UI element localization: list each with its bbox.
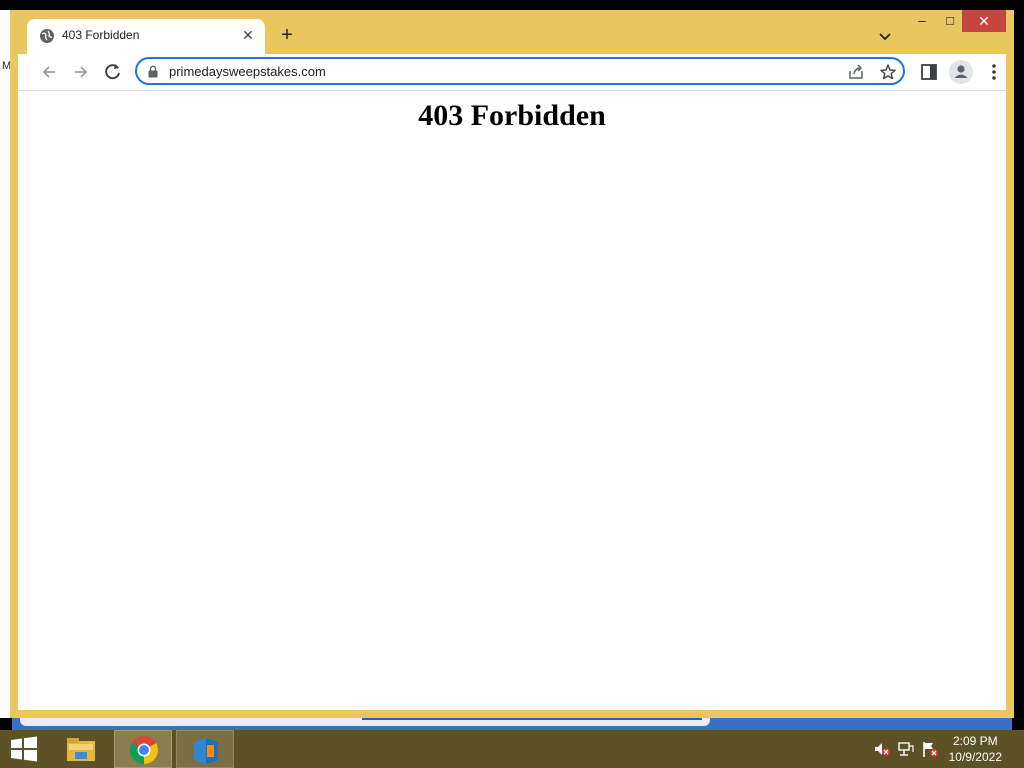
page-content: 403 Forbidden (18, 90, 1006, 710)
taskbar-file-explorer[interactable] (52, 730, 110, 768)
taskbar-app[interactable] (176, 730, 234, 768)
clock-date: 10/9/2022 (948, 750, 1002, 764)
taskbar-chrome[interactable] (114, 730, 172, 768)
close-window-button[interactable]: ✕ (962, 10, 1006, 32)
page-heading: 403 Forbidden (418, 99, 606, 132)
tab-close-icon[interactable]: ✕ (239, 26, 257, 44)
tab-title: 403 Forbidden (62, 28, 140, 42)
system-clock[interactable]: 2:09 PM 10/9/2022 (949, 733, 1002, 765)
windows-start-icon[interactable] (10, 736, 38, 762)
tab-active[interactable]: 403 Forbidden ✕ (27, 19, 265, 54)
app-icon (194, 738, 218, 764)
forward-arrow-icon[interactable] (70, 61, 92, 83)
side-panel-icon[interactable] (919, 62, 939, 82)
address-bar[interactable] (135, 57, 905, 85)
bookmark-star-icon[interactable] (879, 63, 897, 81)
browser-toolbar (18, 54, 1006, 90)
person-icon (954, 65, 968, 78)
share-icon[interactable] (847, 63, 865, 81)
lock-icon[interactable] (147, 65, 159, 78)
taskbar: 2:09 PM 10/9/2022 (0, 730, 1024, 768)
reload-icon[interactable] (102, 61, 124, 83)
maximize-button[interactable]: □ (940, 10, 960, 32)
tab-search-chevron-icon[interactable] (875, 26, 895, 46)
chrome-icon (130, 736, 158, 764)
file-explorer-icon (67, 738, 95, 761)
browser-window: 403 Forbidden ✕ + – □ ✕ primedaysweepsta… (10, 10, 1014, 718)
title-bar: 403 Forbidden ✕ + – □ ✕ (10, 10, 1014, 54)
profile-avatar[interactable] (949, 60, 973, 84)
network-icon[interactable] (897, 740, 915, 758)
minimize-button[interactable]: – (912, 10, 932, 32)
action-center-flag-icon[interactable] (921, 740, 939, 758)
background-window (12, 716, 1012, 730)
back-arrow-icon[interactable] (38, 61, 60, 83)
more-vertical-icon[interactable] (984, 61, 1004, 83)
globe-icon (40, 29, 54, 43)
clock-time: 2:09 PM (952, 734, 998, 748)
url-input[interactable] (169, 62, 729, 80)
new-tab-button[interactable]: + (277, 25, 297, 45)
volume-muted-icon[interactable] (873, 740, 891, 758)
